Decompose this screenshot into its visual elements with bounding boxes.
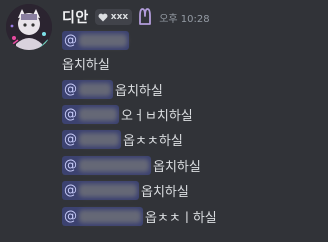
redacted-username xyxy=(79,82,111,96)
user-mention[interactable]: @ xyxy=(62,79,113,99)
user-mention[interactable]: @ xyxy=(62,104,119,124)
user-mention[interactable]: @ xyxy=(62,155,151,175)
message-line: @ 옵치하실 xyxy=(62,180,189,200)
message-header: 디안 xxx 오후 10:28 xyxy=(62,7,210,27)
message-text: 오ㅓㅂ치하실 xyxy=(121,108,193,124)
message-line: @ xyxy=(62,30,129,50)
timestamp: 오후 10:28 xyxy=(159,13,210,25)
message-line: @ 옵치하실 xyxy=(62,155,201,175)
user-mention[interactable]: @ xyxy=(62,206,143,226)
user-mention[interactable]: @ xyxy=(62,129,121,149)
message-line: @ 오ㅓㅂ치하실 xyxy=(62,104,193,124)
server-tag-badge[interactable]: xxx xyxy=(94,9,133,25)
message-text: 옵치하실 xyxy=(115,83,163,99)
message-text: 옵ㅊㅊㅣ하실 xyxy=(145,210,217,226)
bunny-role-icon[interactable] xyxy=(136,8,154,26)
message-text: 옵ㅊㅊ하실 xyxy=(123,133,183,149)
message-line: 옵치하실 xyxy=(62,53,110,73)
message-text: 옵치하실 xyxy=(141,184,189,200)
redacted-username xyxy=(79,209,141,223)
redacted-username xyxy=(79,132,119,146)
server-tag-label: xxx xyxy=(110,12,129,22)
redacted-username xyxy=(79,183,137,197)
avatar[interactable] xyxy=(6,4,52,50)
redacted-username xyxy=(79,107,117,121)
user-mention[interactable]: @ xyxy=(62,30,129,50)
message-text: 옵치하실 xyxy=(153,159,201,175)
message-line: @ 옵ㅊㅊ하실 xyxy=(62,129,183,149)
message-line: @ 옵ㅊㅊㅣ하실 xyxy=(62,206,217,226)
chat-message-group: 디안 xxx 오후 10:28 @ 옵치하실 @ 옵치하실 @ 오ㅓㅂ치하실 @… xyxy=(0,0,328,242)
user-mention[interactable]: @ xyxy=(62,180,139,200)
username[interactable]: 디안 xyxy=(62,7,89,27)
heart-icon xyxy=(98,13,108,21)
redacted-username xyxy=(79,33,127,47)
avatar-image xyxy=(6,4,52,50)
redacted-username xyxy=(79,158,149,172)
message-text: 옵치하실 xyxy=(62,57,110,73)
message-line: @ 옵치하실 xyxy=(62,79,163,99)
